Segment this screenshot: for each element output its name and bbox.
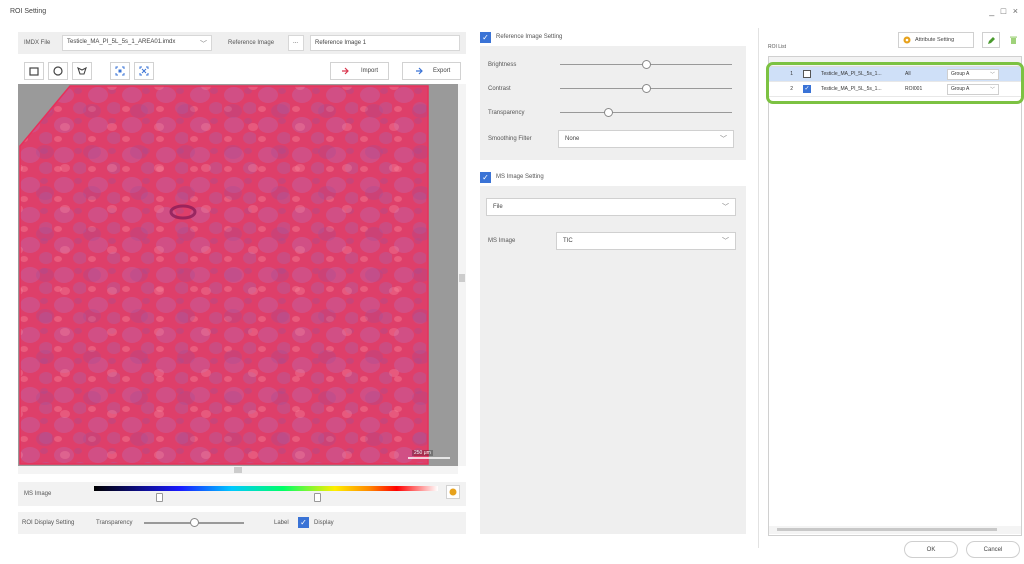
ms-image-colorbar-label: MS Image (24, 491, 52, 497)
roi-transparency-label: Transparency (96, 520, 133, 526)
ellipse-icon (53, 66, 63, 76)
gear-icon (903, 36, 911, 44)
reference-browse-button[interactable]: ... (288, 35, 304, 51)
edit-roi-button[interactable] (982, 32, 1000, 48)
smoothing-filter-select[interactable]: None ﹀ (558, 130, 734, 148)
ms-image-label: MS Image (488, 238, 516, 244)
polygon-icon (77, 66, 87, 75)
roi-list-scroll-thumb[interactable] (777, 528, 997, 531)
attribute-setting-label: Attribute Setting (915, 37, 955, 43)
chevron-down-icon: ﹀ (722, 204, 729, 211)
ms-image-setting-title: MS Image Setting (496, 174, 544, 180)
zoom-fit-icon (115, 66, 125, 76)
export-button[interactable]: Export (402, 62, 462, 80)
file-row: IMDX File Testicle_MA_PI_5L_5s_1_AREA01.… (18, 32, 466, 54)
reference-image-setting-title: Reference Image Setting (496, 34, 563, 40)
chevron-down-icon: ﹀ (722, 238, 729, 245)
rectangle-icon (29, 66, 39, 76)
imdx-file-select[interactable]: Testicle_MA_PI_5L_5s_1_AREA01.imdx ﹀ (62, 35, 212, 51)
polygon-roi-button[interactable] (72, 62, 92, 80)
zoom-actual-icon (139, 66, 149, 76)
ms-image-value: TIC (563, 238, 573, 244)
display-label-checkbox[interactable]: ✓ (298, 517, 309, 528)
ms-image-setting-header: ✓ MS Image Setting (480, 170, 746, 186)
reference-image-field[interactable]: Reference Image 1 (310, 35, 460, 51)
ms-source-select[interactable]: File ﹀ (486, 198, 736, 216)
import-label: Import (361, 68, 379, 74)
smoothing-filter-label: Smoothing Filter (488, 136, 532, 142)
window-title: ROI Setting (10, 8, 47, 15)
colorbar-gradient (94, 486, 438, 491)
roi-list-label: ROI List (768, 44, 787, 50)
roi-list-table[interactable]: 1 Testicle_MA_PI_5L_5s_1... All Group A ﹀… (768, 56, 1022, 536)
export-label: Export (433, 68, 451, 74)
trash-icon (1009, 36, 1017, 44)
colorbar-max-handle[interactable] (314, 493, 321, 502)
ms-image-setting-checkbox[interactable]: ✓ (480, 172, 491, 183)
roi-display-setting-label: ROI Display Setting (22, 520, 75, 526)
ellipse-roi-button[interactable] (48, 62, 68, 80)
ms-image-select[interactable]: TIC ﹀ (556, 232, 736, 250)
highlight-box (766, 62, 1024, 104)
transparency-slider[interactable] (560, 112, 732, 113)
chevron-down-icon: ﹀ (720, 136, 727, 143)
roi-toolbar: Import Export (18, 60, 466, 82)
attribute-setting-button[interactable]: Attribute Setting (898, 32, 974, 48)
zoom-fit-button[interactable] (110, 62, 130, 80)
smoothing-filter-value: None (565, 136, 580, 142)
ms-image-colorbar-row: MS Image (18, 482, 466, 506)
palette-icon (449, 488, 457, 496)
import-button[interactable]: Import (330, 62, 390, 80)
import-icon (342, 67, 349, 75)
rectangle-roi-button[interactable] (24, 62, 44, 80)
colorbar-min-handle[interactable] (156, 493, 163, 502)
vertical-scroll-thumb[interactable] (459, 274, 465, 282)
ms-image-setting-panel: File ﹀ MS Image TIC ﹀ (480, 186, 746, 534)
scale-bar-label: 250 μm (412, 450, 433, 456)
imdx-file-label: IMDX File (24, 40, 51, 46)
imdx-file-value: Testicle_MA_PI_5L_5s_1_AREA01.imdx (67, 39, 176, 45)
transparency-knob[interactable] (604, 108, 613, 117)
delete-roi-button[interactable] (1004, 32, 1022, 48)
transparency-label: Transparency (488, 110, 525, 116)
display-label: Display (314, 520, 334, 526)
window-controls[interactable]: _ □ × (989, 6, 1020, 16)
image-canvas[interactable]: 250 μm (18, 84, 458, 466)
reference-image-setting-panel: Brightness Contrast Transparency Smoothi… (480, 46, 746, 160)
reference-image-setting-header: ✓ Reference Image Setting (480, 30, 746, 46)
roi-display-row: ROI Display Setting Transparency Label ✓… (18, 512, 466, 534)
panel-divider (758, 28, 759, 548)
ok-button[interactable]: OK (904, 541, 958, 558)
contrast-knob[interactable] (642, 84, 651, 93)
zoom-actual-button[interactable] (134, 62, 154, 80)
colormap-settings-button[interactable] (446, 485, 460, 499)
reference-image-setting-checkbox[interactable]: ✓ (480, 32, 491, 43)
ms-source-value: File (493, 204, 503, 210)
horizontal-scroll-thumb[interactable] (234, 467, 242, 473)
image-vertical-scrollbar[interactable] (458, 84, 466, 466)
label-label: Label (274, 520, 289, 526)
cancel-button[interactable]: Cancel (966, 541, 1020, 558)
image-horizontal-scrollbar[interactable] (18, 466, 458, 474)
contrast-label: Contrast (488, 86, 511, 92)
export-icon (416, 67, 423, 75)
roi-transparency-knob[interactable] (190, 518, 199, 527)
pencil-icon (987, 36, 995, 44)
brightness-label: Brightness (488, 62, 517, 68)
brightness-knob[interactable] (642, 60, 651, 69)
reference-image-label: Reference Image (228, 40, 275, 46)
roi-list-horizontal-scrollbar[interactable] (769, 526, 1021, 534)
tissue-image (19, 85, 450, 465)
chevron-down-icon: ﹀ (200, 41, 207, 48)
